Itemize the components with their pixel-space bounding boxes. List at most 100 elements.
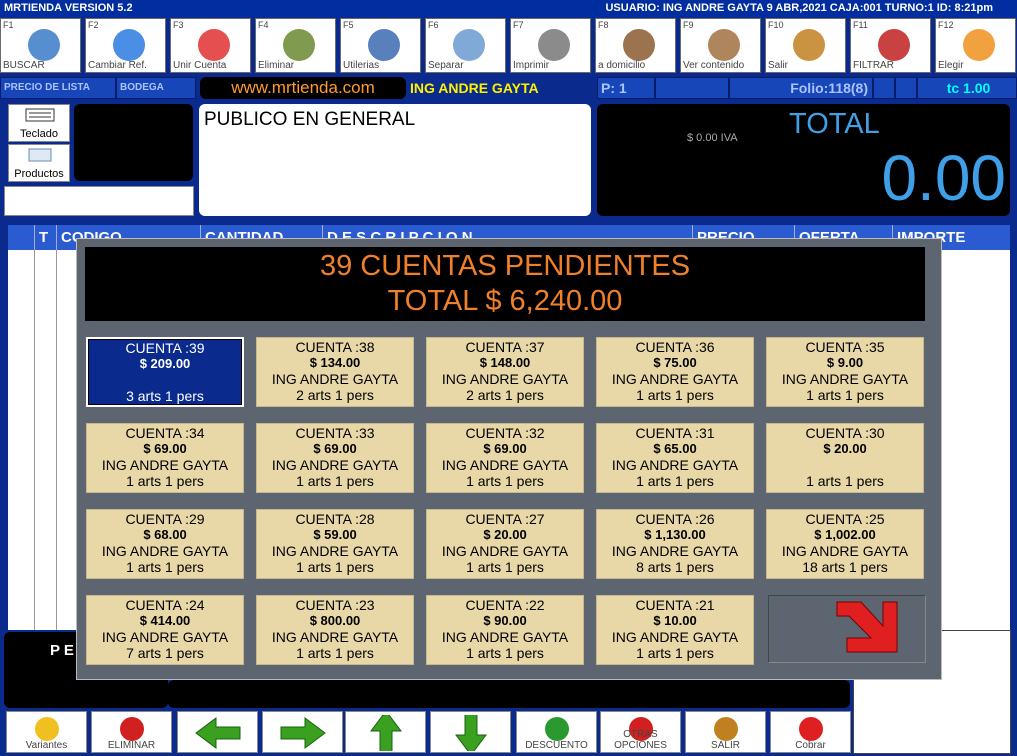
account-number: CUENTA :32 — [465, 425, 545, 441]
bottom-button-7[interactable]: DESCUENTO — [516, 711, 597, 753]
total-panel: TOTAL $ 0.00 IVA 0.00 — [597, 104, 1010, 216]
account-number: CUENTA :38 — [295, 339, 375, 355]
bottom-button-8[interactable]: OTRAS OPCIONES — [600, 711, 681, 753]
account-card[interactable]: CUENTA :36 $ 75.00 ING ANDRE GAYTA 1 art… — [596, 337, 754, 407]
session-status: USUARIO: ING ANDRE GAYTA 9 ABR,2021 CAJA… — [605, 2, 993, 14]
account-amount: $ 59.00 — [313, 527, 357, 542]
keyboard-button[interactable]: Teclado — [8, 104, 70, 142]
bottom-button-9[interactable]: SALIR — [685, 711, 766, 753]
account-number: CUENTA :29 — [125, 511, 205, 527]
fkey-code: F7 — [513, 20, 524, 30]
products-icon — [28, 148, 52, 162]
account-card[interactable]: CUENTA :22 $ 90.00 ING ANDRE GAYTA 1 art… — [426, 595, 584, 665]
account-items: 1 arts 1 pers — [296, 559, 374, 575]
account-items: 1 arts 1 pers — [296, 473, 374, 489]
bottom-button-10[interactable]: Cobrar — [770, 711, 851, 753]
arrow-up-icon — [370, 715, 402, 751]
account-amount: $ 65.00 — [653, 441, 697, 456]
products-label: Productos — [14, 168, 64, 180]
fkey-code: F8 — [598, 20, 609, 30]
grid-divider — [34, 250, 35, 630]
exchange-rate: tc 1.00 — [917, 77, 1017, 99]
fkey-f2[interactable]: F2 Cambiar Ref. — [85, 18, 166, 73]
warehouse-label: BODEGA — [116, 77, 196, 99]
fkey-label: Cambiar Ref. — [88, 60, 147, 71]
account-amount: $ 800.00 — [309, 613, 361, 628]
account-user: ING ANDRE GAYTA — [441, 629, 569, 645]
account-card[interactable]: CUENTA :37 $ 148.00 ING ANDRE GAYTA 2 ar… — [426, 337, 584, 407]
fkey-f5[interactable]: F5 Utilerias — [340, 18, 421, 73]
fkey-f1[interactable]: F1 BUSCAR — [0, 18, 81, 73]
dialog-total: TOTAL $ 6,240.00 — [387, 285, 623, 317]
keyboard-label: Teclado — [20, 128, 58, 140]
fkey-label: a domicilio — [598, 60, 646, 71]
bottom-button-2[interactable]: ELIMINAR — [91, 711, 172, 753]
col-t[interactable]: T — [34, 225, 56, 250]
account-card[interactable]: CUENTA :33 $ 69.00 ING ANDRE GAYTA 1 art… — [256, 423, 414, 493]
account-amount: $ 414.00 — [139, 613, 191, 628]
fkey-f3[interactable]: F3 Unir Cuenta — [170, 18, 251, 73]
fkey-label: Separar — [428, 60, 464, 71]
account-card[interactable]: CUENTA :24 $ 414.00 ING ANDRE GAYTA 7 ar… — [86, 595, 244, 665]
account-card[interactable]: CUENTA :29 $ 68.00 ING ANDRE GAYTA 1 art… — [86, 509, 244, 579]
account-card[interactable]: CUENTA :27 $ 20.00 ING ANDRE GAYTA 1 art… — [426, 509, 584, 579]
account-card[interactable]: CUENTA :34 $ 69.00 ING ANDRE GAYTA 1 art… — [86, 423, 244, 493]
fkey-f4[interactable]: F4 Eliminar — [255, 18, 336, 73]
account-card[interactable]: CUENTA :39 $ 209.00 3 arts 1 pers — [86, 337, 244, 407]
fkey-f11[interactable]: F11 FILTRAR — [850, 18, 931, 73]
document-icon — [453, 29, 485, 61]
fkey-f7[interactable]: F7 Imprimir — [510, 18, 591, 73]
barcode-input[interactable] — [4, 186, 194, 216]
bottom-button-5[interactable] — [345, 711, 426, 753]
fkey-code: F5 — [343, 20, 354, 30]
account-items: 8 arts 1 pers — [636, 559, 714, 575]
fkey-code: F4 — [258, 20, 269, 30]
account-card[interactable]: CUENTA :31 $ 65.00 ING ANDRE GAYTA 1 art… — [596, 423, 754, 493]
account-amount: $ 75.00 — [653, 355, 697, 370]
account-number: CUENTA :27 — [465, 511, 545, 527]
fkey-code: F9 — [683, 20, 694, 30]
account-user: ING ANDRE GAYTA — [781, 371, 909, 387]
account-card[interactable]: CUENTA :23 $ 800.00 ING ANDRE GAYTA 1 ar… — [256, 595, 414, 665]
account-card[interactable]: CUENTA :21 $ 10.00 ING ANDRE GAYTA 1 art… — [596, 595, 754, 665]
fkey-f10[interactable]: F10 Salir — [765, 18, 846, 73]
bottom-button-6[interactable] — [430, 711, 511, 753]
account-amount: $ 69.00 — [313, 441, 357, 456]
next-page-button[interactable] — [768, 595, 926, 663]
account-card[interactable]: CUENTA :38 $ 134.00 ING ANDRE GAYTA 2 ar… — [256, 337, 414, 407]
account-items: 1 arts 1 pers — [466, 559, 544, 575]
fkey-f8[interactable]: F8 a domicilio — [595, 18, 676, 73]
bottom-button-4[interactable] — [262, 711, 343, 753]
account-amount: $ 20.00 — [483, 527, 527, 542]
account-card[interactable]: CUENTA :28 $ 59.00 ING ANDRE GAYTA 1 art… — [256, 509, 414, 579]
account-amount: $ 10.00 — [653, 613, 697, 628]
total-label: TOTAL — [789, 108, 880, 140]
bottom-button-3[interactable] — [177, 711, 258, 753]
account-card[interactable]: CUENTA :26 $ 1,130.00 ING ANDRE GAYTA 8 … — [596, 509, 754, 579]
app-title: MRTIENDA VERSION 5.2 — [4, 2, 133, 14]
account-user: ING ANDRE GAYTA — [101, 543, 229, 559]
price-list-label: PRECIO DE LISTA — [0, 77, 116, 99]
arrow-down-icon — [455, 715, 487, 751]
dialog-header: 39 CUENTAS PENDIENTES TOTAL $ 6,240.00 — [85, 247, 925, 321]
p-counter: P: 1 — [597, 77, 655, 99]
account-card[interactable]: CUENTA :32 $ 69.00 ING ANDRE GAYTA 1 art… — [426, 423, 584, 493]
products-button[interactable]: Productos — [8, 144, 70, 182]
house-icon — [623, 29, 655, 61]
fkey-f9[interactable]: F9 Ver contenido — [680, 18, 761, 73]
account-amount: $ 68.00 — [143, 527, 187, 542]
account-card[interactable]: CUENTA :25 $ 1,002.00 ING ANDRE GAYTA 18… — [766, 509, 924, 579]
exit-door-icon — [793, 29, 825, 61]
fkey-code: F6 — [428, 20, 439, 30]
fkey-f12[interactable]: F12 Elegir — [935, 18, 1016, 73]
account-number: CUENTA :34 — [125, 425, 205, 441]
folio: Folio:118(8) — [729, 77, 873, 99]
account-card[interactable]: CUENTA :35 $ 9.00 ING ANDRE GAYTA 1 arts… — [766, 337, 924, 407]
account-user: ING ANDRE GAYTA — [611, 371, 739, 387]
account-items: 1 arts 1 pers — [466, 473, 544, 489]
bottom-button-1[interactable]: Variantes — [6, 711, 87, 753]
account-items: 1 arts 1 pers — [636, 387, 714, 403]
fkey-f6[interactable]: F6 Separar — [425, 18, 506, 73]
account-number: CUENTA :39 — [125, 340, 205, 356]
account-card[interactable]: CUENTA :30 $ 20.00 1 arts 1 pers — [766, 423, 924, 493]
